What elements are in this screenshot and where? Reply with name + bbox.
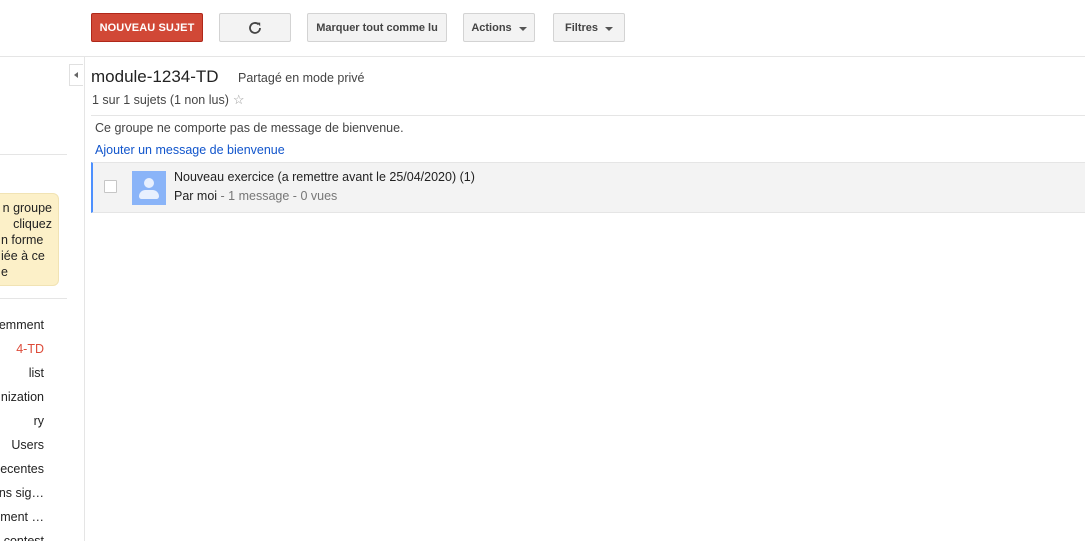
- sidebar-group-item[interactable]: ecentes: [0, 457, 70, 481]
- sidebar-group-item[interactable]: ry: [0, 409, 70, 433]
- collapse-sidebar-handle[interactable]: [69, 64, 83, 86]
- avatar-body-shape: [139, 190, 159, 199]
- sidebar-notice: n groupe cliquez n forme iée à ce e: [0, 193, 59, 286]
- sharing-status: Partagé en mode privé: [238, 71, 365, 85]
- topic-row[interactable]: Nouveau exercice (a remettre avant le 25…: [91, 162, 1085, 213]
- sidebar-group-item[interactable]: ment …: [0, 505, 70, 529]
- group-list: emment 4-TD list nization ry Users ecent…: [0, 313, 70, 541]
- actions-dropdown[interactable]: Actions: [463, 13, 535, 42]
- filters-dropdown[interactable]: Filtres: [553, 13, 625, 42]
- notice-line: e: [1, 265, 8, 279]
- sidebar-group-item[interactable]: nization: [0, 385, 70, 409]
- sidebar: n groupe cliquez n forme iée à ce e emme…: [0, 57, 85, 541]
- chevron-down-icon: [605, 26, 613, 31]
- page-title: module-1234-TD: [91, 67, 219, 86]
- divider: [91, 115, 1085, 116]
- add-welcome-message-link[interactable]: Ajouter un message de bienvenue: [95, 143, 285, 157]
- refresh-button[interactable]: [219, 13, 291, 42]
- sidebar-group-item[interactable]: emment: [0, 313, 70, 337]
- notice-line: cliquez: [13, 217, 52, 231]
- notice-line: n groupe: [2, 201, 52, 215]
- filters-label: Filtres: [564, 21, 598, 34]
- topic-stats: - 1 message - 0 vues: [217, 189, 338, 203]
- actions-label: Actions: [471, 21, 512, 34]
- sidebar-divider: [0, 298, 67, 299]
- mark-all-read-button[interactable]: Marquer tout comme lu: [307, 13, 447, 42]
- topic-author: Par moi: [174, 189, 218, 203]
- topic-title[interactable]: Nouveau exercice (a remettre avant le 25…: [174, 170, 475, 184]
- welcome-message-text: Ce groupe ne comporte pas de message de …: [95, 121, 404, 135]
- topic-count: 1 sur 1 sujets (1 non lus) ☆: [92, 92, 245, 108]
- topic-checkbox[interactable]: [104, 180, 117, 193]
- sidebar-divider: [0, 154, 67, 155]
- sidebar-group-item[interactable]: Users: [0, 433, 70, 457]
- chevron-down-icon: [518, 26, 527, 31]
- sidebar-group-item[interactable]: ns sig…: [0, 481, 70, 505]
- refresh-icon: [249, 21, 261, 34]
- sidebar-group-item[interactable]: list: [0, 361, 70, 385]
- topic-meta: Par moi - 1 message - 0 vues: [174, 189, 337, 203]
- new-topic-button[interactable]: NOUVEAU SUJET: [91, 13, 203, 42]
- star-icon[interactable]: ☆: [233, 92, 245, 108]
- notice-line: iée à ce: [1, 249, 45, 263]
- avatar: [132, 171, 166, 205]
- notice-line: n forme: [1, 233, 44, 247]
- sidebar-group-item[interactable]: contest: [0, 529, 70, 541]
- topic-count-text: 1 sur 1 sujets (1 non lus): [92, 93, 229, 107]
- toolbar: NOUVEAU SUJET Marquer tout comme lu Acti…: [0, 0, 1085, 57]
- main-content: module-1234-TD Partagé en mode privé 1 s…: [91, 57, 1085, 541]
- avatar-head-shape: [144, 178, 154, 188]
- sidebar-group-item-active[interactable]: 4-TD: [0, 337, 70, 361]
